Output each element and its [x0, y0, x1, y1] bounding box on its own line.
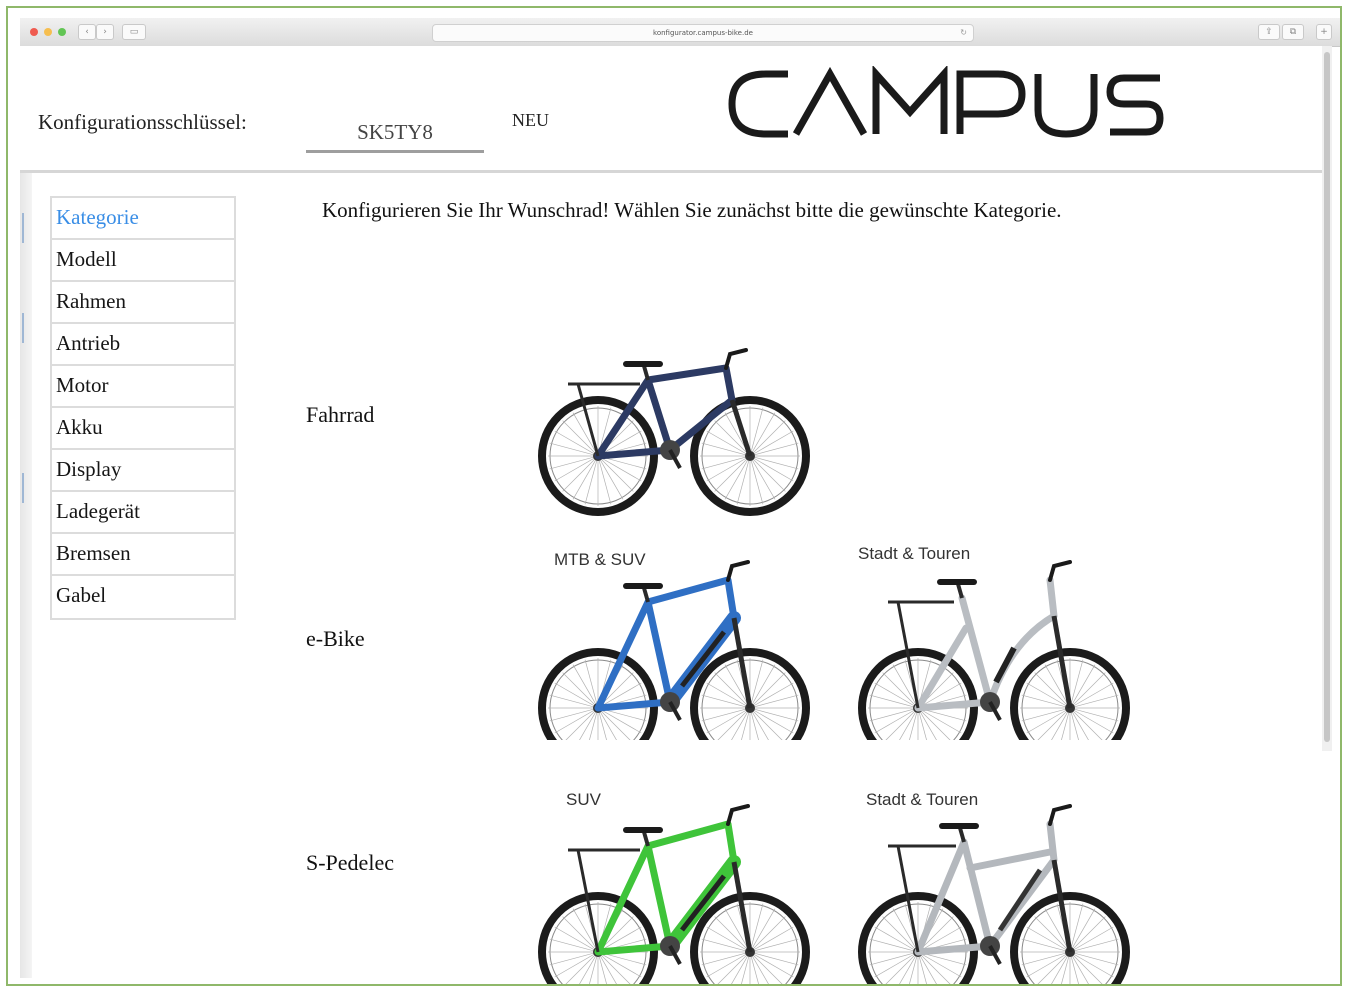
reload-icon[interactable]: ↻	[960, 25, 967, 41]
bike-fahrrad-trekking[interactable]	[530, 328, 830, 518]
configurator-header: Konfigurationsschlüssel: SK5TY8 NEU	[20, 46, 1332, 173]
bike-image	[858, 804, 1130, 984]
window-controls	[30, 28, 66, 36]
vertical-scrollbar[interactable]	[1322, 46, 1332, 751]
campus-logo	[728, 66, 1164, 138]
sidebar-item-akku[interactable]: Akku	[50, 406, 236, 448]
sidebar-item-rahmen[interactable]: Rahmen	[50, 280, 236, 322]
url-text: konfigurator.campus-bike.de	[653, 29, 753, 37]
sidebar-item-motor[interactable]: Motor	[50, 364, 236, 406]
wheel	[538, 648, 658, 740]
config-key-value: SK5TY8	[357, 120, 433, 144]
bike-image	[538, 348, 810, 516]
sidebar-toggle-icon[interactable]: ▭	[122, 24, 146, 40]
close-window-icon[interactable]	[30, 28, 38, 36]
new-tab-icon[interactable]: +	[1316, 24, 1332, 40]
maximize-window-icon[interactable]	[58, 28, 66, 36]
category-e-bike[interactable]: e-Bike	[306, 626, 365, 652]
wheel	[538, 892, 658, 984]
sidebar-item-display[interactable]: Display	[50, 448, 236, 490]
category-fahrrad[interactable]: Fahrrad	[306, 402, 374, 428]
page-content: Konfigurationsschlüssel: SK5TY8 NEU Kate…	[20, 46, 1332, 984]
configuration-steps-nav: Kategorie Modell Rahmen Antrieb Motor Ak…	[50, 196, 236, 620]
sidebar-item-kategorie[interactable]: Kategorie	[50, 196, 236, 238]
bike-caption: Stadt & Touren	[858, 544, 971, 563]
bike-image	[538, 804, 810, 984]
minimize-window-icon[interactable]	[44, 28, 52, 36]
tabs-icon[interactable]: ⧉	[1282, 24, 1304, 40]
bike-caption: SUV	[566, 790, 601, 809]
bike-caption: Stadt & Touren	[866, 790, 979, 809]
address-bar[interactable]: konfigurator.campus-bike.de ↻	[432, 24, 974, 42]
new-config-button[interactable]: NEU	[512, 110, 549, 131]
scrollbar-thumb[interactable]	[1324, 52, 1330, 742]
wheel	[858, 648, 978, 740]
sidebar-item-gabel[interactable]: Gabel	[50, 574, 236, 620]
bike-image	[858, 560, 1130, 740]
bike-spedelec-suv[interactable]: SUV	[530, 784, 830, 984]
config-key-label: Konfigurationsschlüssel:	[38, 110, 247, 134]
sidebar-item-ladegeraet[interactable]: Ladegerät	[50, 490, 236, 532]
category-s-pedelec[interactable]: S-Pedelec	[306, 850, 394, 876]
bike-spedelec-stadt-touren[interactable]: Stadt & Touren	[850, 784, 1150, 984]
bike-ebike-mtb-suv[interactable]: MTB & SUV	[530, 540, 830, 740]
wheel	[858, 892, 978, 984]
browser-toolbar: ‹ › ▭ konfigurator.campus-bike.de ↻ ⇪ ⧉ …	[20, 18, 1340, 47]
bike-frame	[914, 820, 1058, 956]
forward-icon[interactable]: ›	[96, 24, 114, 40]
back-icon[interactable]: ‹	[78, 24, 96, 40]
share-icon[interactable]: ⇪	[1258, 24, 1280, 40]
intro-text: Konfigurieren Sie Ihr Wunschrad! Wählen …	[322, 198, 1062, 222]
bike-caption: MTB & SUV	[554, 550, 646, 569]
sidebar-item-antrieb[interactable]: Antrieb	[50, 322, 236, 364]
config-key-field[interactable]: SK5TY8	[306, 114, 484, 153]
bike-image	[538, 560, 810, 740]
bike-ebike-stadt-touren[interactable]: Stadt & Touren	[850, 540, 1150, 740]
sidebar-item-modell[interactable]: Modell	[50, 238, 236, 280]
bike-frame	[914, 576, 1058, 712]
sidebar-item-bremsen[interactable]: Bremsen	[50, 532, 236, 574]
page-left-edge	[20, 173, 32, 978]
